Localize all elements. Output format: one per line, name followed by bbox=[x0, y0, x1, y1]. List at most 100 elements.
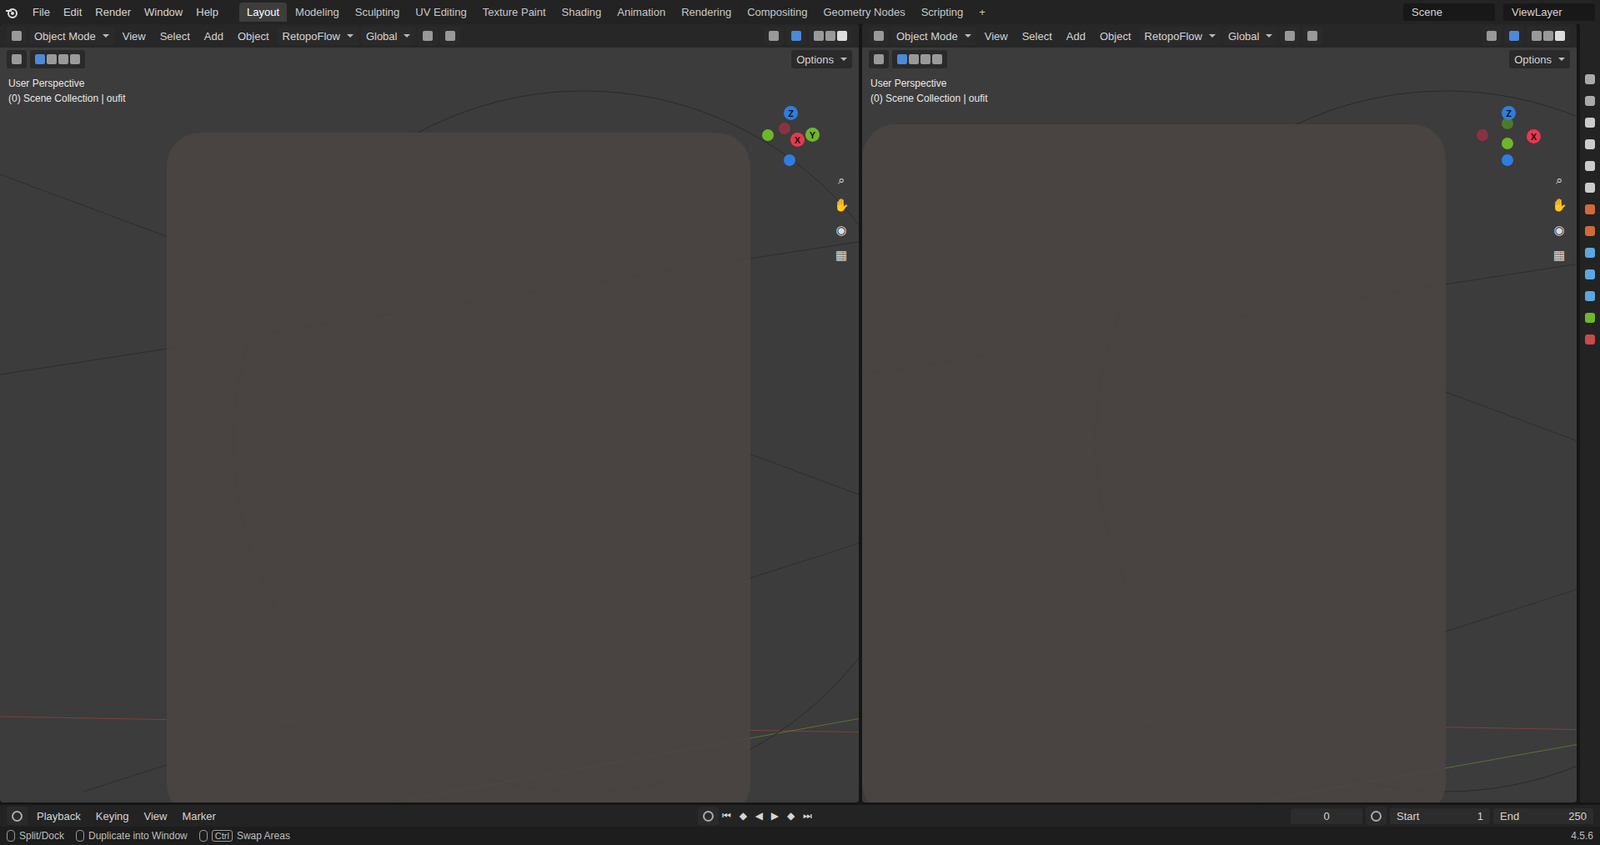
snap-button[interactable] bbox=[1279, 26, 1300, 46]
current-frame-field[interactable]: 0 bbox=[1290, 807, 1363, 824]
options-dropdown[interactable]: Options bbox=[1509, 50, 1570, 69]
orientation-dropdown[interactable]: Global bbox=[1223, 26, 1279, 46]
axis-handle[interactable]: Z bbox=[783, 105, 798, 121]
properties-tab-icon[interactable] bbox=[1584, 95, 1595, 106]
preview-range-button[interactable] bbox=[1365, 806, 1387, 825]
addon-menu[interactable]: RetopoFlow bbox=[1139, 26, 1221, 46]
menu-item[interactable]: Render bbox=[89, 3, 137, 21]
workspace-tab[interactable]: Texture Paint bbox=[475, 2, 554, 22]
viewport[interactable]: Object Mode ViewSelectAddObject RetopoFl… bbox=[0, 24, 859, 803]
workspace-tab[interactable]: Animation bbox=[609, 2, 673, 22]
visibility-button[interactable] bbox=[763, 26, 784, 46]
properties-tab-icon[interactable] bbox=[1584, 247, 1595, 258]
axis-dot[interactable] bbox=[783, 154, 796, 166]
workspace-tab[interactable]: Geometry Nodes bbox=[815, 2, 913, 22]
properties-tab-icon[interactable] bbox=[1584, 312, 1595, 323]
pan-hand-icon[interactable]: ✋ bbox=[832, 195, 851, 215]
proportional-button[interactable] bbox=[440, 26, 461, 46]
playback-controls[interactable]: ⏮ ◆ ◀ ▶ ◆ ⏭ bbox=[722, 809, 815, 822]
axis-handle[interactable]: X bbox=[790, 132, 805, 147]
timeline-menu[interactable]: Marker bbox=[175, 807, 221, 825]
axis-dot[interactable] bbox=[1501, 154, 1514, 166]
workspace-tab[interactable]: Sculpting bbox=[347, 2, 407, 22]
viewport-menu[interactable]: View bbox=[978, 27, 1014, 46]
workspace-tab[interactable]: Rendering bbox=[673, 2, 739, 22]
axis-dot[interactable] bbox=[1476, 129, 1489, 141]
properties-tab-icon[interactable] bbox=[1584, 74, 1595, 85]
grid-view-icon[interactable]: ▦ bbox=[832, 245, 851, 265]
shading-buttons[interactable] bbox=[808, 26, 853, 46]
viewport[interactable]: Object Mode ViewSelectAddObject RetopoFl… bbox=[862, 24, 1577, 803]
mode-dropdown[interactable]: Object Mode bbox=[891, 26, 977, 46]
axis-handle[interactable]: X bbox=[1526, 129, 1541, 144]
properties-tab-icon[interactable] bbox=[1584, 117, 1595, 128]
overlays-button[interactable] bbox=[786, 26, 807, 46]
timeline-menu[interactable]: Keying bbox=[90, 807, 136, 825]
menu-item[interactable]: File bbox=[26, 3, 56, 21]
snap-button[interactable] bbox=[417, 26, 438, 46]
viewport-menu[interactable]: Add bbox=[1060, 27, 1092, 46]
axis-dot[interactable] bbox=[762, 129, 774, 141]
select-mode-buttons[interactable] bbox=[30, 50, 86, 69]
camera-icon[interactable]: ◉ bbox=[1549, 220, 1569, 240]
workspace-tab[interactable]: Layout bbox=[239, 2, 287, 22]
select-mode-buttons[interactable] bbox=[892, 50, 948, 69]
properties-tab-icon[interactable] bbox=[1584, 182, 1595, 193]
proportional-button[interactable] bbox=[1302, 26, 1323, 46]
menu-item[interactable]: Help bbox=[190, 3, 225, 21]
menu-item[interactable]: Edit bbox=[57, 3, 88, 21]
shading-buttons[interactable] bbox=[1526, 26, 1570, 46]
options-dropdown[interactable]: Options bbox=[791, 50, 853, 69]
blender-logo-icon[interactable] bbox=[5, 5, 19, 20]
timeline-editor-button[interactable] bbox=[6, 806, 28, 825]
axis-dot[interactable] bbox=[1501, 137, 1514, 150]
viewport-menu[interactable]: View bbox=[116, 27, 152, 46]
navigation-gizmo[interactable]: ZYX bbox=[758, 99, 834, 175]
grid-view-icon[interactable]: ▦ bbox=[1549, 245, 1569, 265]
axis-dot[interactable] bbox=[778, 122, 791, 135]
timeline-menu[interactable]: Playback bbox=[30, 807, 87, 825]
overlays-button[interactable] bbox=[1504, 26, 1525, 46]
end-frame-field[interactable]: End250 bbox=[1493, 807, 1594, 824]
start-frame-field[interactable]: Start1 bbox=[1389, 807, 1490, 824]
select-tool-button[interactable] bbox=[6, 50, 27, 69]
axis-handle[interactable]: Y bbox=[805, 127, 820, 142]
zoom-icon[interactable]: ⌕ bbox=[832, 170, 851, 190]
workspace-tab[interactable]: UV Editing bbox=[407, 2, 474, 22]
properties-tab-icon[interactable] bbox=[1584, 269, 1595, 280]
status-hint: Split/Dock bbox=[6, 829, 65, 842]
workspace-tab[interactable]: Compositing bbox=[739, 2, 815, 22]
timeline-menu[interactable]: View bbox=[138, 807, 174, 825]
viewport-menu[interactable]: Select bbox=[154, 27, 196, 46]
workspace-tab[interactable]: Shading bbox=[554, 2, 610, 22]
navigation-gizmo[interactable]: ZX bbox=[1476, 99, 1552, 175]
select-tool-button[interactable] bbox=[868, 50, 889, 69]
scene-field[interactable]: Scene bbox=[1403, 3, 1495, 21]
properties-tab-icon[interactable] bbox=[1584, 204, 1595, 215]
viewport-menu[interactable]: Object bbox=[1093, 27, 1138, 46]
properties-tab-icon[interactable] bbox=[1584, 139, 1595, 150]
menu-item[interactable]: Window bbox=[138, 3, 189, 21]
zoom-icon[interactable]: ⌕ bbox=[1549, 170, 1569, 190]
properties-tab-icon[interactable] bbox=[1584, 334, 1595, 345]
orientation-dropdown[interactable]: Global bbox=[361, 26, 417, 46]
mode-dropdown[interactable]: Object Mode bbox=[29, 26, 115, 46]
viewport-menu[interactable]: Add bbox=[198, 27, 230, 46]
view-layer-field[interactable]: ViewLayer bbox=[1503, 3, 1595, 21]
editor-type-button[interactable] bbox=[6, 26, 27, 46]
viewport-menu[interactable]: Object bbox=[231, 27, 276, 46]
keyframe-button[interactable] bbox=[697, 806, 719, 825]
editor-type-button[interactable] bbox=[868, 26, 889, 46]
axis-handle[interactable]: Z bbox=[1501, 105, 1516, 121]
add-workspace-button[interactable]: + bbox=[971, 2, 994, 22]
workspace-tab[interactable]: Modeling bbox=[287, 2, 347, 22]
workspace-tab[interactable]: Scripting bbox=[913, 2, 972, 22]
viewport-menu[interactable]: Select bbox=[1016, 27, 1059, 46]
addon-menu[interactable]: RetopoFlow bbox=[277, 26, 359, 46]
properties-tab-icon[interactable] bbox=[1584, 160, 1595, 171]
camera-icon[interactable]: ◉ bbox=[832, 220, 851, 240]
properties-tab-icon[interactable] bbox=[1584, 290, 1595, 301]
visibility-button[interactable] bbox=[1481, 26, 1502, 46]
properties-tab-icon[interactable] bbox=[1584, 225, 1595, 236]
pan-hand-icon[interactable]: ✋ bbox=[1549, 195, 1569, 215]
